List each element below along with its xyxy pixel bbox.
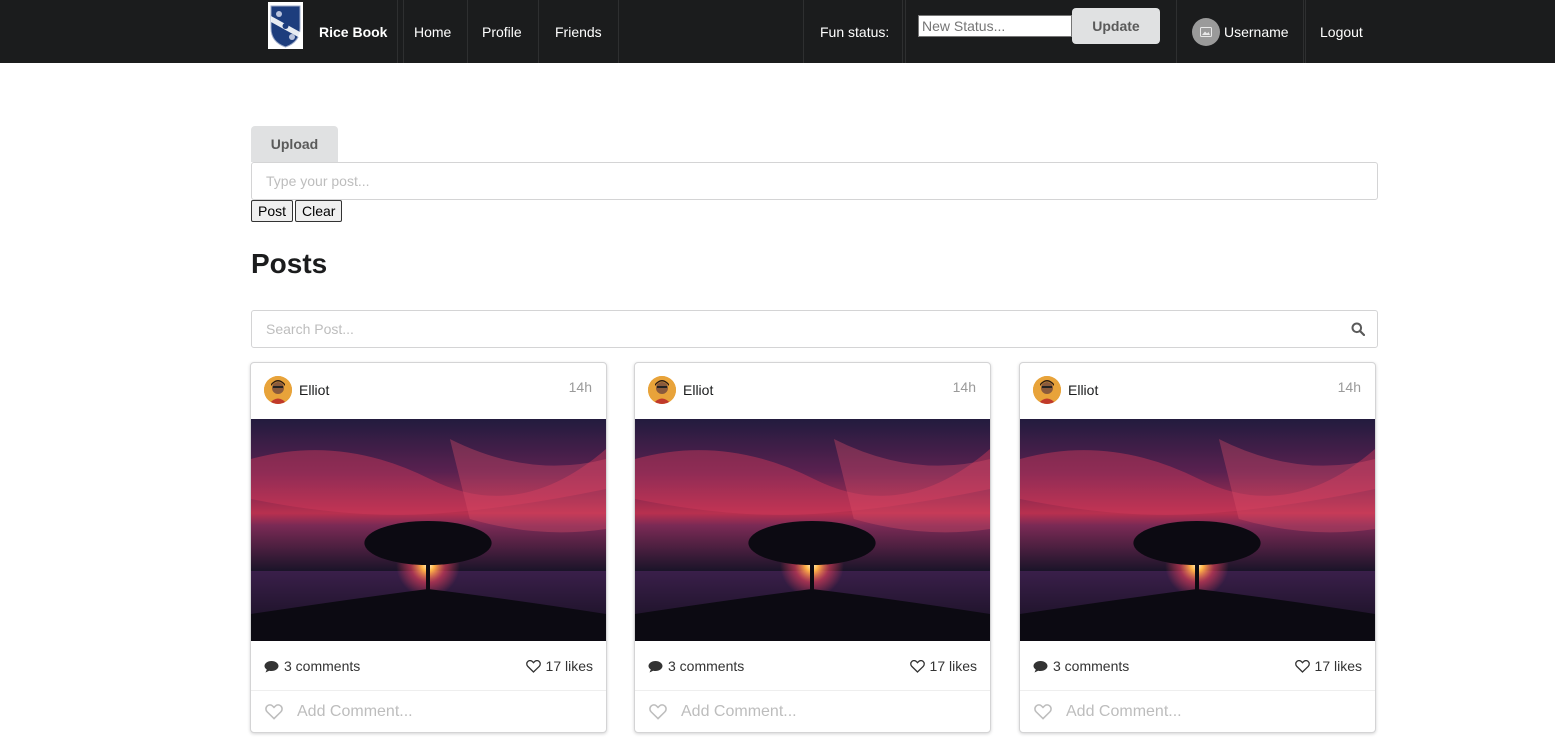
search-icon[interactable]: [1351, 322, 1365, 336]
post-card: Elliot 14h 3 comments 17 likes: [634, 362, 991, 733]
post-card: Elliot 14h 3 comments 17 likes: [1019, 362, 1376, 733]
brand-title[interactable]: Rice Book: [303, 0, 405, 63]
post-header: Elliot 14h: [1020, 363, 1375, 419]
heart-outline-icon: [909, 659, 925, 673]
search-post-input[interactable]: [252, 311, 1377, 347]
comments-count: 3 comments: [668, 658, 745, 674]
post-time: 14h: [952, 379, 976, 395]
post-button[interactable]: Post: [251, 200, 294, 222]
search-bar: [251, 310, 1378, 348]
post-image[interactable]: [1020, 419, 1375, 641]
comment-bubble-icon: [1033, 660, 1048, 672]
status-input[interactable]: [918, 15, 1072, 37]
heart-outline-icon: [525, 659, 541, 673]
nav-profile[interactable]: Profile: [466, 0, 539, 63]
posts-heading: Posts: [251, 248, 328, 279]
comment-row: [251, 691, 606, 732]
post-author[interactable]: Elliot: [1068, 382, 1098, 398]
rice-logo[interactable]: [268, 2, 303, 49]
nav-home[interactable]: Home: [397, 0, 469, 63]
author-avatar[interactable]: [264, 376, 292, 404]
add-comment-input[interactable]: [1066, 699, 1356, 725]
fun-status-label: Fun status:: [803, 0, 907, 63]
user-menu[interactable]: Username: [1176, 0, 1306, 63]
shield-icon: [270, 5, 301, 48]
heart-outline-icon: [1294, 659, 1310, 673]
post-image[interactable]: [635, 419, 990, 641]
comments-toggle[interactable]: 3 comments: [1033, 658, 1129, 674]
post-image[interactable]: [251, 419, 606, 641]
post-meta: 3 comments 17 likes: [635, 641, 990, 691]
comments-toggle[interactable]: 3 comments: [264, 658, 360, 674]
post-header: Elliot 14h: [251, 363, 606, 419]
heart-outline-icon[interactable]: [649, 704, 667, 720]
logout-link[interactable]: Logout: [1303, 0, 1379, 63]
post-time: 14h: [568, 379, 592, 395]
top-navbar: Rice Book Home Profile Friends Fun statu…: [0, 0, 1555, 63]
like-button[interactable]: 17 likes: [909, 658, 977, 674]
nav-divider: [902, 0, 903, 63]
comment-bubble-icon: [264, 660, 279, 672]
comments-count: 3 comments: [1053, 658, 1130, 674]
update-status-button[interactable]: Update: [1072, 8, 1160, 44]
post-time: 14h: [1337, 379, 1361, 395]
post-author[interactable]: Elliot: [683, 382, 713, 398]
like-button[interactable]: 17 likes: [525, 658, 593, 674]
username-label: Username: [1224, 23, 1289, 40]
comment-row: [635, 691, 990, 732]
post-header: Elliot 14h: [635, 363, 990, 419]
likes-count: 17 likes: [545, 658, 593, 674]
post-author[interactable]: Elliot: [299, 382, 329, 398]
add-comment-input[interactable]: [681, 699, 971, 725]
clear-button[interactable]: Clear: [295, 200, 343, 222]
comment-bubble-icon: [648, 660, 663, 672]
comment-row: [1020, 691, 1375, 732]
like-button[interactable]: 17 likes: [1294, 658, 1362, 674]
comments-toggle[interactable]: 3 comments: [648, 658, 744, 674]
post-card: Elliot 14h 3 comments 17 likes: [250, 362, 607, 733]
upload-button[interactable]: Upload: [251, 126, 338, 162]
likes-count: 17 likes: [1314, 658, 1362, 674]
heart-outline-icon[interactable]: [1034, 704, 1052, 720]
post-meta: 3 comments 17 likes: [1020, 641, 1375, 691]
image-placeholder-icon: [1192, 17, 1220, 46]
heart-outline-icon[interactable]: [265, 704, 283, 720]
likes-count: 17 likes: [929, 658, 977, 674]
add-comment-input[interactable]: [297, 699, 587, 725]
author-avatar[interactable]: [1033, 376, 1061, 404]
comments-count: 3 comments: [284, 658, 361, 674]
post-meta: 3 comments 17 likes: [251, 641, 606, 691]
author-avatar[interactable]: [648, 376, 676, 404]
nav-friends[interactable]: Friends: [539, 0, 619, 63]
post-text-input[interactable]: [251, 162, 1378, 200]
